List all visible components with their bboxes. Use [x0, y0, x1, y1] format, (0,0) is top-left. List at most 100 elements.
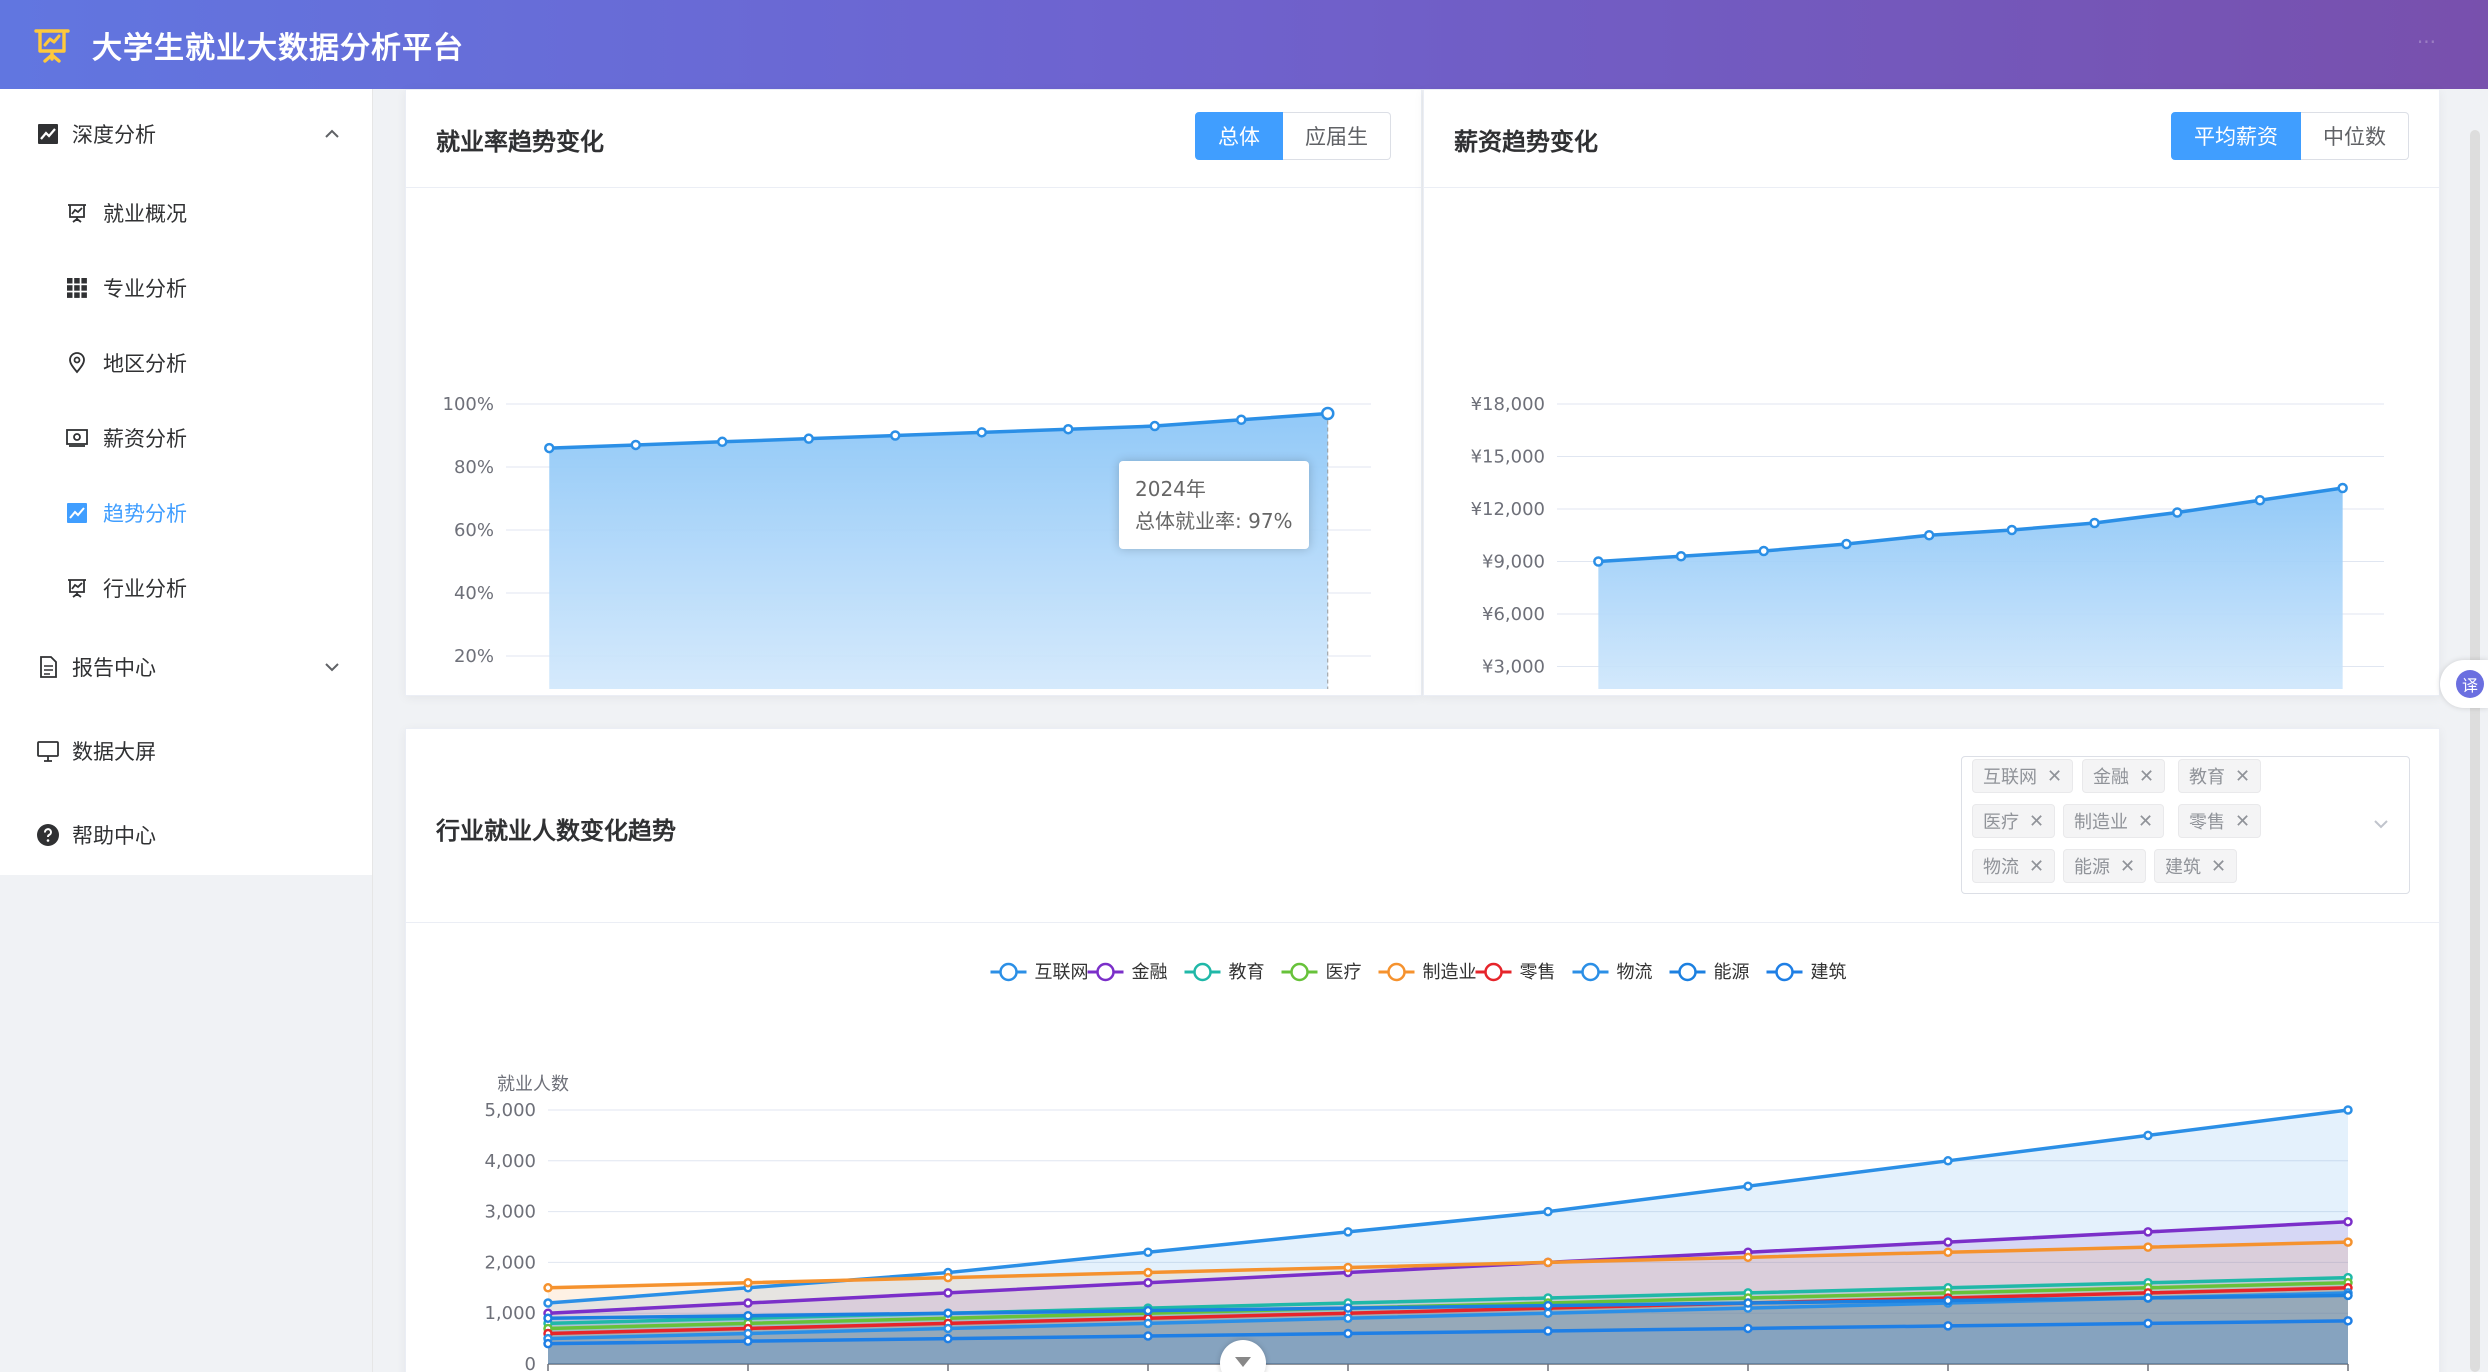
data-point: [943, 1272, 953, 1283]
employment-rate-chart[interactable]: 0%20%40%60%80%100%2015201620172018201920…: [406, 189, 1421, 689]
data-point: [2006, 524, 2018, 536]
legend-label: 教育: [1229, 962, 1265, 983]
tag-label: 医疗: [1983, 812, 2019, 833]
data-point: [1063, 423, 1074, 435]
legend-marker: [1290, 962, 1309, 982]
close-icon[interactable]: ✕: [2235, 811, 2250, 832]
data-point: [943, 1323, 953, 1334]
legend-item[interactable]: 零售: [1475, 962, 1556, 983]
data-point: [1343, 1262, 1353, 1273]
legend-item[interactable]: 物流: [1572, 962, 1653, 983]
data-point: [743, 1336, 753, 1346]
close-icon[interactable]: ✕: [2211, 856, 2226, 877]
menu-label: 帮助中心: [72, 824, 156, 848]
close-icon[interactable]: ✕: [2047, 766, 2062, 787]
data-point: [2143, 1318, 2153, 1329]
presentation-icon: [68, 579, 86, 598]
translate-button[interactable]: 译: [2440, 660, 2488, 708]
translate-icon: 译: [2456, 670, 2484, 698]
tag-construction: 建筑 ✕: [2154, 849, 2238, 883]
legend-label: 物流: [1617, 962, 1653, 983]
data-point: [1143, 1305, 1153, 1316]
page-scrollbar[interactable]: [2470, 130, 2480, 1372]
data-point: [1236, 414, 1247, 425]
close-icon[interactable]: ✕: [2120, 856, 2135, 877]
sidebar-item-major[interactable]: 专业分析: [0, 258, 373, 318]
industry-multiselect[interactable]: 互联网 ✕ 金融 ✕ 教育 ✕ 医疗 ✕ 制造业 ✕ 零售 ✕ 物流 ✕ 能源 ✕ 建筑 ✕: [1961, 756, 2410, 894]
trend-icon: [67, 503, 87, 523]
data-point: [2143, 1293, 2153, 1303]
menu-label: 数据大屏: [72, 740, 156, 764]
median-button[interactable]: 中位数: [2301, 112, 2409, 160]
tag-medical: 医疗 ✕: [1972, 804, 2056, 838]
legend-item[interactable]: 互联网: [990, 962, 1089, 983]
menu-group-help[interactable]: 帮助中心: [0, 805, 373, 865]
data-point: [976, 427, 987, 438]
data-point: [543, 1298, 553, 1308]
average-salary-button[interactable]: 平均薪资: [2171, 112, 2301, 160]
presentation-icon: [68, 204, 86, 223]
close-icon[interactable]: ✕: [2138, 811, 2153, 832]
legend-item[interactable]: 教育: [1184, 962, 1265, 983]
sidebar-item-region[interactable]: 地区分析: [0, 333, 373, 393]
data-point: [1543, 1257, 1553, 1268]
legend-item[interactable]: 建筑: [1766, 962, 1847, 983]
sidebar: 深度分析 就业概况 专业分析 地区分析 薪资分析 趋势分析 行业分析 报告中心 …: [0, 89, 373, 875]
graduates-button[interactable]: 应届生: [1283, 112, 1391, 160]
tag-label: 互联网: [1983, 767, 2037, 788]
overall-button[interactable]: 总体: [1195, 112, 1283, 160]
industry-employment-chart[interactable]: 0 1,000 2,000 3,000 4,000 5,000 就业人数 互联网 金融 教育 医疗 制…: [406, 924, 2439, 1372]
data-point: [1343, 1313, 1353, 1324]
menu-group-report[interactable]: 报告中心: [0, 637, 373, 697]
data-point: [2143, 1130, 2153, 1141]
data-point: [943, 1288, 953, 1298]
y-tick-label: 60%: [454, 520, 494, 541]
close-icon[interactable]: ✕: [2029, 856, 2044, 877]
legend-marker: [1096, 962, 1115, 982]
data-point: [717, 436, 728, 448]
user-menu[interactable]: ···: [2417, 30, 2436, 54]
sidebar-item-salary[interactable]: 薪资分析: [0, 408, 373, 468]
legend-item[interactable]: 制造业: [1378, 962, 1477, 983]
area-fill: [1598, 488, 2343, 689]
tag-manufacturing: 制造业 ✕: [2063, 804, 2165, 838]
close-icon[interactable]: ✕: [2235, 766, 2250, 787]
tag-label: 金融: [2093, 767, 2129, 788]
y-tick-label: 5,000: [484, 1100, 536, 1121]
sidebar-empty-area: [0, 875, 373, 1372]
tag-energy: 能源 ✕: [2063, 849, 2147, 883]
close-icon[interactable]: ✕: [2029, 811, 2044, 832]
data-point: [543, 1338, 553, 1349]
data-point: [1758, 545, 1769, 557]
menu-group-dashboard[interactable]: 数据大屏: [0, 721, 373, 781]
data-point: [1143, 1277, 1153, 1288]
legend-item[interactable]: 金融: [1087, 962, 1168, 983]
close-icon[interactable]: ✕: [2139, 766, 2154, 787]
legend-item[interactable]: 能源: [1669, 962, 1750, 983]
data-point: [1543, 1326, 1553, 1336]
salary-trend-chart[interactable]: ¥0¥3,000¥6,000¥9,000¥12,000¥15,000¥18,00…: [1424, 189, 2439, 689]
y-tick-label: 2,000: [484, 1252, 536, 1273]
tag-internet: 互联网 ✕: [1972, 759, 2074, 793]
data-point: [1743, 1252, 1753, 1263]
y-tick-label: ¥18,000: [1471, 394, 1545, 415]
legend-item[interactable]: 医疗: [1281, 962, 1362, 983]
menu-group-deep-analysis[interactable]: 深度分析: [0, 104, 373, 164]
data-point: [1841, 538, 1852, 550]
sidebar-item-trend[interactable]: 趋势分析: [0, 483, 373, 543]
data-point: [1343, 1303, 1353, 1313]
card-title: 就业率趋势变化: [436, 128, 604, 156]
sidebar-item-overview[interactable]: 就业概况: [0, 183, 373, 243]
tag-education: 教育 ✕: [2178, 759, 2262, 793]
data-point: [890, 430, 901, 441]
chevron-down-icon[interactable]: [2371, 814, 2391, 834]
area-fill: [549, 413, 1328, 689]
data-point: [1343, 1328, 1353, 1339]
tag-logistics: 物流 ✕: [1972, 849, 2056, 883]
menu-label: 深度分析: [72, 123, 156, 147]
scroll-down-button[interactable]: [1220, 1340, 1266, 1372]
tag-label: 能源: [2074, 857, 2110, 878]
data-point: [1943, 1156, 1953, 1166]
data-point: [743, 1310, 753, 1321]
sidebar-item-industry[interactable]: 行业分析: [0, 558, 373, 618]
